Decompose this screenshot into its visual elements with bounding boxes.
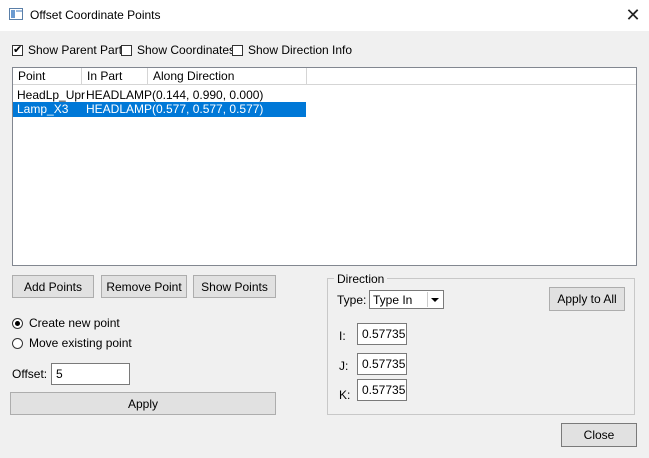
show-coordinates-label: Show Coordinates xyxy=(137,43,236,57)
close-button[interactable]: Close xyxy=(561,423,637,447)
k-component-input[interactable]: 0.57735 xyxy=(357,379,407,401)
show-parent-part-label: Show Parent Part xyxy=(28,43,123,57)
show-direction-info-option[interactable]: Show Direction Info xyxy=(232,42,352,58)
move-existing-point-radio[interactable] xyxy=(12,337,23,349)
apply-to-all-button[interactable]: Apply to All xyxy=(549,287,625,311)
column-header-filler xyxy=(307,68,636,85)
row-direction: (0.577, 0.577, 0.577) xyxy=(152,102,264,116)
add-points-button[interactable]: Add Points xyxy=(12,275,94,298)
table-row-selected[interactable]: Lamp_X3 HEADLAMP (0.577, 0.577, 0.577) xyxy=(13,102,306,117)
offset-input[interactable]: 5 xyxy=(51,363,130,385)
move-existing-point-label: Move existing point xyxy=(29,336,132,350)
type-dropdown-value: Type In xyxy=(373,293,413,307)
show-coordinates-option[interactable]: Show Coordinates xyxy=(121,42,235,58)
show-coordinates-checkbox[interactable] xyxy=(121,44,132,56)
move-existing-point-option[interactable]: Move existing point xyxy=(12,335,132,351)
type-label: Type: xyxy=(337,293,367,307)
create-new-point-label: Create new point xyxy=(29,316,120,330)
create-new-point-radio[interactable] xyxy=(12,317,23,329)
j-component-input[interactable]: 0.57735 xyxy=(357,353,407,375)
column-header-in-part[interactable]: In Part xyxy=(82,68,148,85)
show-direction-info-checkbox[interactable] xyxy=(232,44,243,56)
app-window-icon xyxy=(9,8,23,20)
create-new-point-option[interactable]: Create new point xyxy=(12,315,120,331)
k-label: K: xyxy=(339,388,351,402)
column-header-along-direction[interactable]: Along Direction xyxy=(148,68,307,85)
column-header-point[interactable]: Point xyxy=(13,68,82,85)
i-label: I: xyxy=(339,329,346,343)
row-part: HEADLAMP xyxy=(86,102,153,116)
offset-label: Offset: xyxy=(12,367,48,381)
show-direction-info-label: Show Direction Info xyxy=(248,43,353,57)
j-label: J: xyxy=(339,359,349,373)
row-direction: (0.144, 0.990, 0.000) xyxy=(152,88,264,102)
row-point: Lamp_X3 xyxy=(17,102,69,116)
remove-point-button[interactable]: Remove Point xyxy=(101,275,187,298)
chevron-down-icon[interactable] xyxy=(427,292,442,307)
close-window-icon[interactable]: ✕ xyxy=(620,3,646,27)
apply-button[interactable]: Apply xyxy=(10,392,276,415)
i-component-input[interactable]: 0.57735 xyxy=(357,323,407,345)
table-row[interactable]: HeadLp_Upr HEADLAMP (0.144, 0.990, 0.000… xyxy=(13,88,306,103)
show-points-button[interactable]: Show Points xyxy=(193,275,276,298)
points-list[interactable]: Point In Part Along Direction HeadLp_Upr… xyxy=(12,67,637,266)
row-point: HeadLp_Upr xyxy=(17,88,86,102)
window-title: Offset Coordinate Points xyxy=(30,8,161,22)
type-dropdown[interactable]: Type In xyxy=(369,290,444,309)
show-parent-part-option[interactable]: Show Parent Part xyxy=(12,42,122,58)
row-part: HEADLAMP xyxy=(86,88,153,102)
direction-group-label: Direction xyxy=(334,272,388,286)
show-parent-part-checkbox[interactable] xyxy=(12,43,23,56)
